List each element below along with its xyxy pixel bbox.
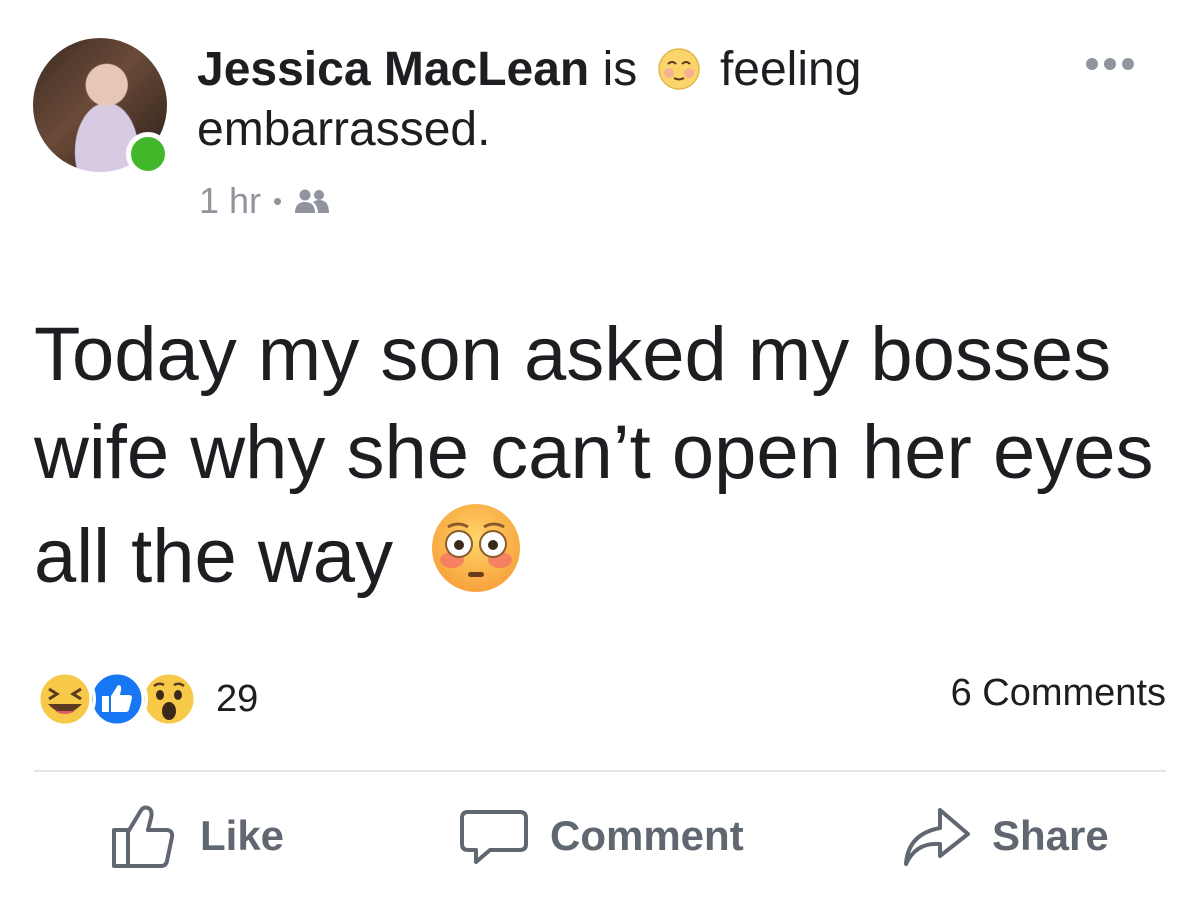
comments-count[interactable]: 6 Comments	[951, 672, 1166, 715]
post-header: Jessica MacLean is feeling embarrassed.	[197, 40, 937, 160]
post-body-text: Today my son asked my bosses wife why sh…	[34, 312, 1154, 599]
like-icon	[112, 805, 175, 868]
haha-reaction-icon	[34, 668, 96, 730]
like-label: Like	[200, 812, 285, 859]
feeling-value[interactable]: embarrassed.	[197, 103, 490, 156]
reaction-summary[interactable]: 29	[34, 668, 258, 730]
is-text: is	[602, 43, 638, 96]
online-status-icon	[126, 132, 170, 176]
flushed-face-icon	[432, 504, 521, 592]
share-icon	[904, 808, 970, 866]
reaction-count: 29	[216, 677, 259, 720]
timestamp[interactable]: 1 hr	[199, 180, 261, 222]
divider	[34, 770, 1166, 772]
friends-icon[interactable]	[294, 188, 332, 214]
share-label: Share	[992, 812, 1109, 859]
post-meta: 1 hr •	[199, 180, 332, 222]
more-options-icon[interactable]	[1086, 58, 1134, 70]
share-button[interactable]: Share	[900, 800, 1109, 872]
comment-button[interactable]: Comment	[458, 800, 744, 872]
like-button[interactable]: Like	[108, 800, 284, 872]
post-body: Today my son asked my bosses wife why sh…	[34, 306, 1184, 606]
separator: •	[273, 185, 283, 216]
action-bar: Like Comment Share	[0, 800, 1200, 890]
comment-label: Comment	[550, 812, 744, 859]
feeling-text: feeling	[719, 43, 862, 96]
author-name[interactable]: Jessica MacLean	[197, 43, 589, 96]
embarrassed-emoji-icon	[657, 48, 700, 90]
comment-icon	[460, 810, 528, 864]
